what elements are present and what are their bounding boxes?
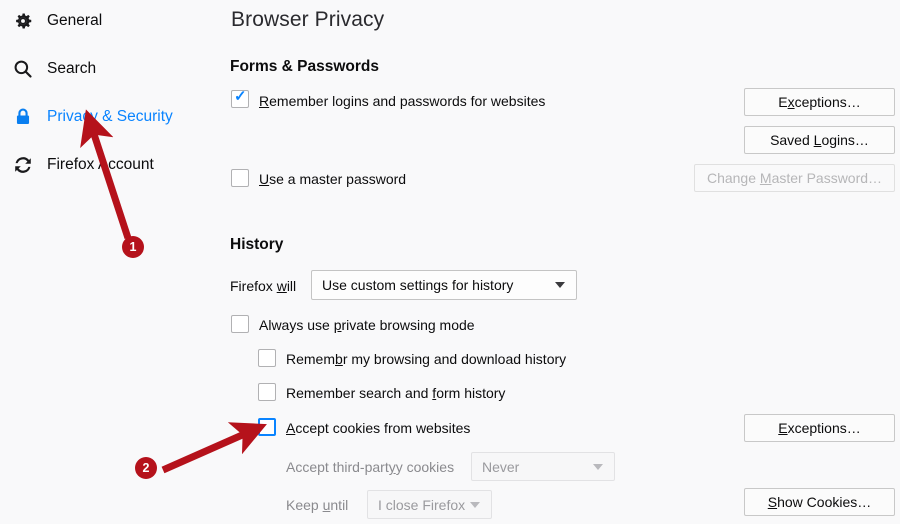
keep-until-label: Keep until <box>286 497 349 513</box>
use-master-password-label: Use a master password <box>259 171 407 187</box>
show-cookies-button[interactable]: Show Cookies… <box>744 488 895 516</box>
annotation-badge-2: 2 <box>135 457 157 479</box>
use-master-password-checkbox[interactable] <box>231 169 249 187</box>
forms-exceptions-button[interactable]: Exceptions… <box>744 88 895 116</box>
remember-logins-label: Remember logins and passwords for websit… <box>259 93 546 109</box>
gear-icon <box>8 6 38 36</box>
saved-logins-button-label: Saved Logins… <box>770 132 869 148</box>
sidebar-item-privacy-and-security[interactable]: Privacy & Security <box>8 102 173 132</box>
forms-exceptions-button-label: Exceptions… <box>778 94 861 110</box>
lock-icon <box>8 102 38 132</box>
sidebar-item-label: Search <box>47 60 97 77</box>
search-icon <box>8 54 38 84</box>
cookie-exceptions-button[interactable]: Exceptions… <box>744 414 895 442</box>
change-master-password-button-label: Change Master Password… <box>706 170 883 186</box>
history-heading: History <box>230 236 284 253</box>
remember-browsing-history-label: Remembr my browsing and download history <box>286 351 567 367</box>
page-title: Browser Privacy <box>231 8 385 31</box>
history-mode-select[interactable]: Use custom settings for history <box>311 270 577 300</box>
forms-and-passwords-heading: Forms & Passwords <box>230 58 380 75</box>
sync-icon <box>8 150 38 180</box>
sidebar-item-firefox-account[interactable]: Firefox Account <box>8 150 154 180</box>
sidebar-item-label: Privacy & Security <box>47 108 173 125</box>
chevron-down-icon <box>593 463 603 470</box>
remember-logins-checkbox[interactable]: ✓ <box>231 88 249 108</box>
change-master-password-button: Change Master Password… <box>694 164 895 192</box>
sidebar-item-label: Firefox Account <box>47 156 154 173</box>
show-cookies-button-label: Show Cookies… <box>767 494 872 510</box>
remember-search-form-history-checkbox[interactable] <box>258 383 276 401</box>
third-party-cookies-select: Never <box>471 452 615 481</box>
sidebar-item-general[interactable]: General <box>8 6 102 36</box>
annotation-badge-1: 1 <box>122 236 144 258</box>
always-private-browsing-checkbox[interactable] <box>231 315 249 333</box>
always-private-browsing-label: Always use private browsing mode <box>259 317 475 333</box>
chevron-down-icon <box>555 282 565 288</box>
saved-logins-button[interactable]: Saved Logins… <box>744 126 895 154</box>
remember-search-form-history-label: Remember search and form history <box>286 385 506 401</box>
firefox-preferences-window: General Search Privacy & Security Firefo… <box>0 0 900 524</box>
checkmark-icon: ✓ <box>234 88 247 105</box>
sidebar-item-search[interactable]: Search <box>8 54 96 84</box>
accept-third-party-cookies-label: Accept third-partyy cookies <box>286 459 455 475</box>
history-mode-select-value: Use custom settings for history <box>322 277 514 293</box>
accept-cookies-checkbox[interactable] <box>258 418 276 436</box>
browser-privacy-pane: Browser Privacy Forms & Passwords ✓ Reme… <box>225 0 900 524</box>
third-party-cookies-select-value: Never <box>482 458 520 475</box>
chevron-down-icon <box>470 501 480 508</box>
keep-until-select: I close Firefox <box>367 490 492 519</box>
preferences-sidebar: General Search Privacy & Security Firefo… <box>0 0 225 524</box>
remember-logins-label-rest: emember logins and passwords for website… <box>269 93 546 109</box>
cookie-exceptions-button-label: Exceptions… <box>778 420 861 436</box>
firefox-will-label: Firefox will <box>230 278 297 294</box>
accept-cookies-label: Accept cookies from websites <box>286 420 471 436</box>
keep-until-select-value: I close Firefox <box>378 496 466 513</box>
remember-browsing-history-checkbox[interactable] <box>258 349 276 367</box>
sidebar-item-label: General <box>47 12 103 29</box>
